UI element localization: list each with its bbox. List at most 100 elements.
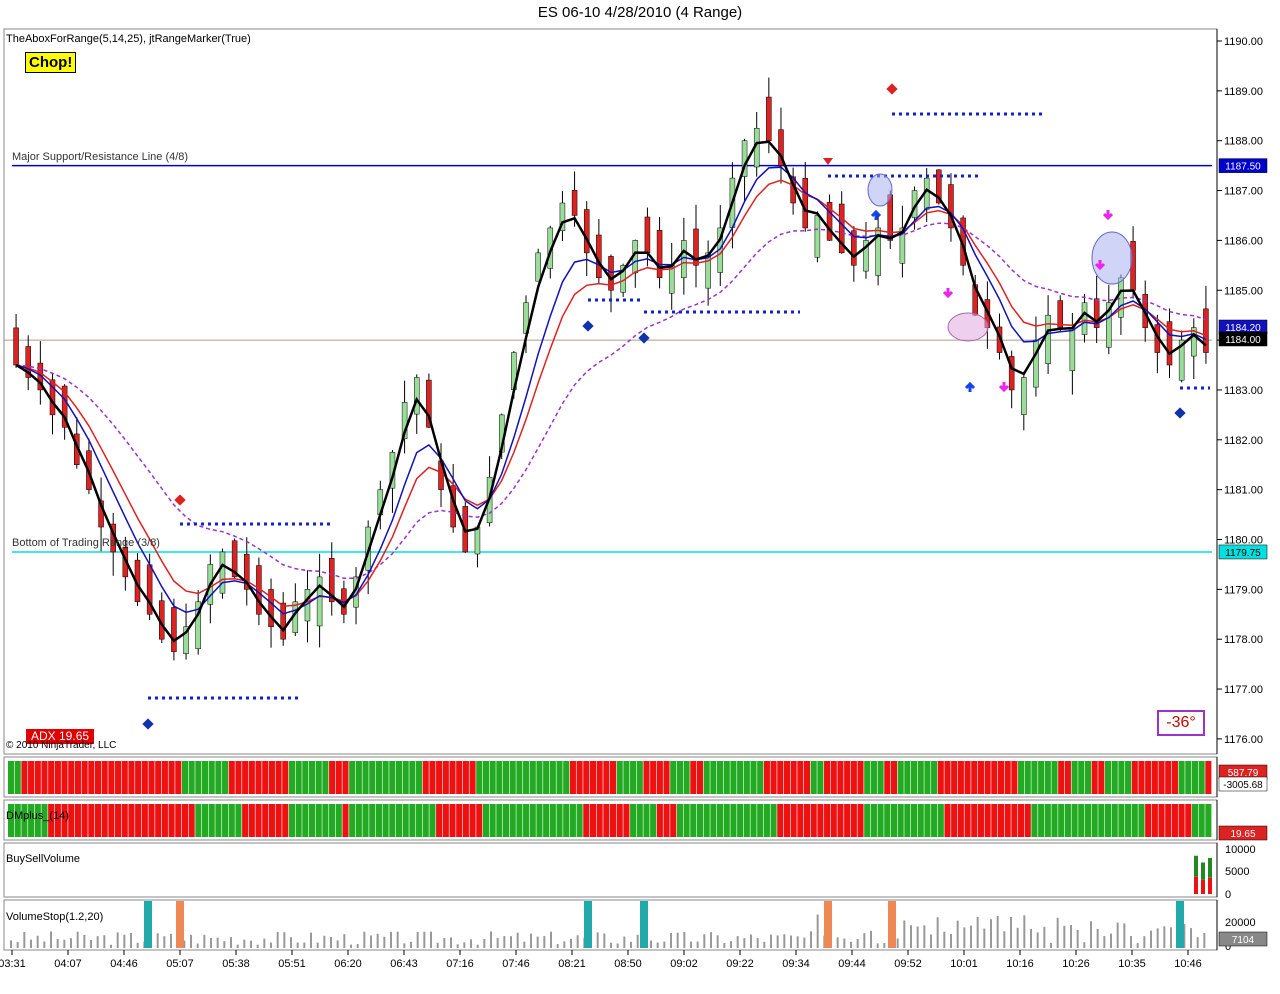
strip2-bar xyxy=(469,804,476,837)
strip1-bar xyxy=(703,761,710,794)
volume-bar xyxy=(896,938,899,948)
candle xyxy=(571,190,578,216)
strip1-tag-bottom-text: -3005.68 xyxy=(1223,780,1263,791)
volume-bar xyxy=(410,941,412,948)
strip2-bar xyxy=(449,804,456,837)
strip2-bar xyxy=(650,804,657,837)
strip2-bar xyxy=(208,804,215,837)
volume-bar xyxy=(703,934,706,948)
strip2-bar xyxy=(161,804,168,837)
strip1-bar xyxy=(1151,761,1158,794)
strip2-bar xyxy=(502,804,510,837)
volume-bar xyxy=(523,941,526,948)
volume-bar xyxy=(790,935,792,948)
strip2-bar xyxy=(864,804,871,837)
strip1-bar xyxy=(636,761,643,794)
strip2-bar xyxy=(349,804,356,837)
strip1-bar xyxy=(422,761,429,794)
volume-bar xyxy=(1143,936,1146,948)
volume-bar xyxy=(750,934,752,948)
volume-bar xyxy=(796,936,799,948)
strip2-bar xyxy=(395,804,403,837)
strip1-bar xyxy=(375,761,382,794)
volume-bar xyxy=(96,936,99,948)
candle xyxy=(171,607,177,652)
buysell-frame xyxy=(3,842,1218,898)
volume-bar xyxy=(1003,931,1006,948)
strip1-bar xyxy=(884,761,891,794)
strip1-bar xyxy=(121,761,128,794)
strip1-bar xyxy=(1084,761,1091,794)
strip1-bar xyxy=(1198,761,1205,794)
strip1-bar xyxy=(877,761,884,794)
volume-bar xyxy=(1150,930,1152,948)
volume-bar xyxy=(383,936,386,948)
x-tick-label: 10:35 xyxy=(1118,958,1146,970)
volume-bar xyxy=(1116,922,1119,948)
y-tick-label: 1176.00 xyxy=(1224,734,1263,746)
strip1-bar xyxy=(268,761,275,794)
volume-bar xyxy=(43,941,46,948)
strip1-bar xyxy=(1205,761,1212,794)
strip1-bar xyxy=(1185,761,1192,794)
volume-bar xyxy=(443,938,446,948)
strip2-bar xyxy=(790,804,797,837)
chart-canvas[interactable]: 1190.00 1189.00 1188.00 1187.00 1186.00 1185.… xyxy=(0,0,1280,994)
x-tick-label: 10:01 xyxy=(950,958,978,970)
strip1-bar xyxy=(262,761,269,794)
strip1-bar xyxy=(1058,761,1065,794)
volume-bar xyxy=(156,933,159,948)
strip1-bar xyxy=(34,761,41,794)
strip1-bar xyxy=(295,761,302,794)
strip2-bar xyxy=(710,804,717,837)
strip1-bar xyxy=(1018,761,1025,794)
strip2-bar xyxy=(416,804,423,837)
strip2-bar xyxy=(576,804,583,837)
strip2-bar xyxy=(924,804,931,837)
strip1-bar xyxy=(623,761,630,794)
buysell-label: BuySellVolume xyxy=(6,853,80,865)
y-tick-label: 1177.00 xyxy=(1224,684,1263,696)
y-tick-label: 1181.00 xyxy=(1224,485,1263,497)
strip2-bar xyxy=(730,804,737,837)
volume-bar xyxy=(70,938,72,948)
volume-bar xyxy=(170,933,172,948)
strip1-bar xyxy=(255,761,262,794)
strip2-bar xyxy=(770,804,777,837)
strip2-bar xyxy=(442,804,449,837)
y-tick-label: 1186.00 xyxy=(1224,235,1263,247)
x-tick-label: 07:16 xyxy=(446,958,474,970)
buysell-tick: 0 xyxy=(1225,889,1231,901)
volstop-label: VolumeStop(1.2,20) xyxy=(6,911,104,923)
y-tick-label: 1189.00 xyxy=(1224,86,1263,98)
volume-bar xyxy=(76,931,79,948)
volume-bar xyxy=(876,943,879,948)
strip2-bar xyxy=(737,804,744,837)
volume-bar xyxy=(536,936,539,948)
strip2-bar xyxy=(917,804,924,837)
strip1-bar xyxy=(944,761,951,794)
strip1-bar xyxy=(68,761,75,794)
strip2-bar xyxy=(971,804,978,837)
strip2-bar xyxy=(275,804,282,837)
volume-bar xyxy=(723,943,726,948)
strip1-bar xyxy=(389,761,396,794)
strip2-bar xyxy=(1198,804,1205,837)
candle xyxy=(802,178,809,229)
strip2-bar xyxy=(235,804,242,837)
volume-bar xyxy=(576,935,579,948)
strip2-bar xyxy=(516,804,523,837)
strip1-bar xyxy=(201,761,209,794)
volstop-frame xyxy=(3,899,1218,951)
strip1-bar xyxy=(911,761,918,794)
volume-bar xyxy=(476,944,479,948)
volume-bar xyxy=(1070,925,1072,948)
angle-box: -36° xyxy=(1157,710,1205,736)
candle xyxy=(814,215,821,258)
strip2-bar xyxy=(1165,804,1172,837)
strip1-bar xyxy=(108,761,115,794)
strip2-bar xyxy=(717,804,724,837)
x-tick-label: 09:34 xyxy=(782,958,810,970)
strip2-bar xyxy=(803,804,811,837)
candle xyxy=(644,216,651,254)
